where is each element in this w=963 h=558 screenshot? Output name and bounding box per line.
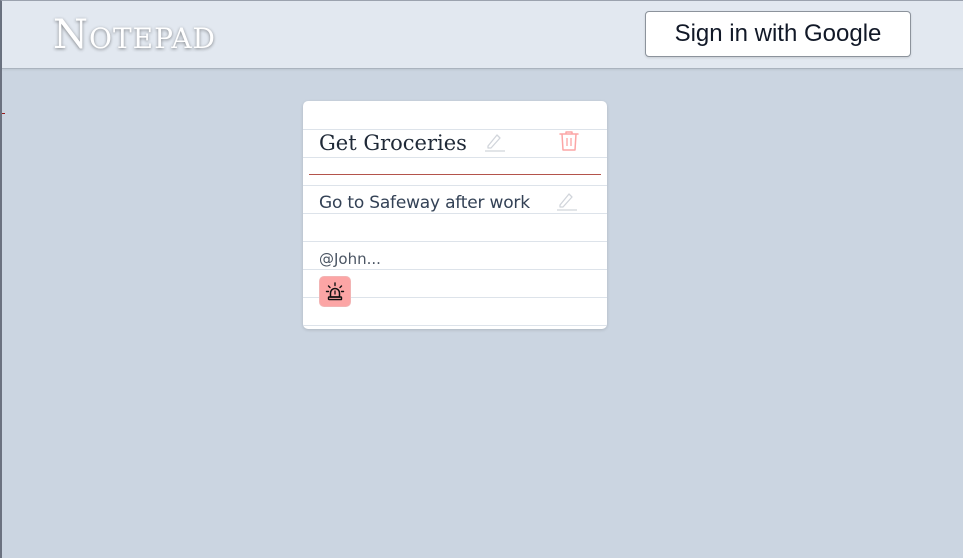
app-title: Notepad [53,12,217,58]
note-card: Get Groceries Go to Safeway after work @… [303,101,607,329]
ruled-line [303,157,607,158]
siren-icon [325,281,345,300]
edit-body-pencil-icon[interactable] [555,190,579,216]
note-title[interactable]: Get Groceries [319,129,467,157]
margin-rule [309,174,601,175]
note-body[interactable]: Go to Safeway after work [319,191,530,215]
delete-trash-icon[interactable] [558,130,580,156]
ruled-line [303,185,607,186]
ruled-line [303,325,607,326]
sign-in-with-google-button[interactable]: Sign in with Google [645,11,911,57]
ruled-line [303,241,607,242]
ruled-line [303,269,607,270]
app-header: Notepad Sign in with Google [2,1,963,69]
edge-marker [2,113,5,114]
edit-title-pencil-icon[interactable] [483,131,507,157]
alarm-button[interactable] [319,276,351,307]
note-author: @John... [319,250,381,268]
